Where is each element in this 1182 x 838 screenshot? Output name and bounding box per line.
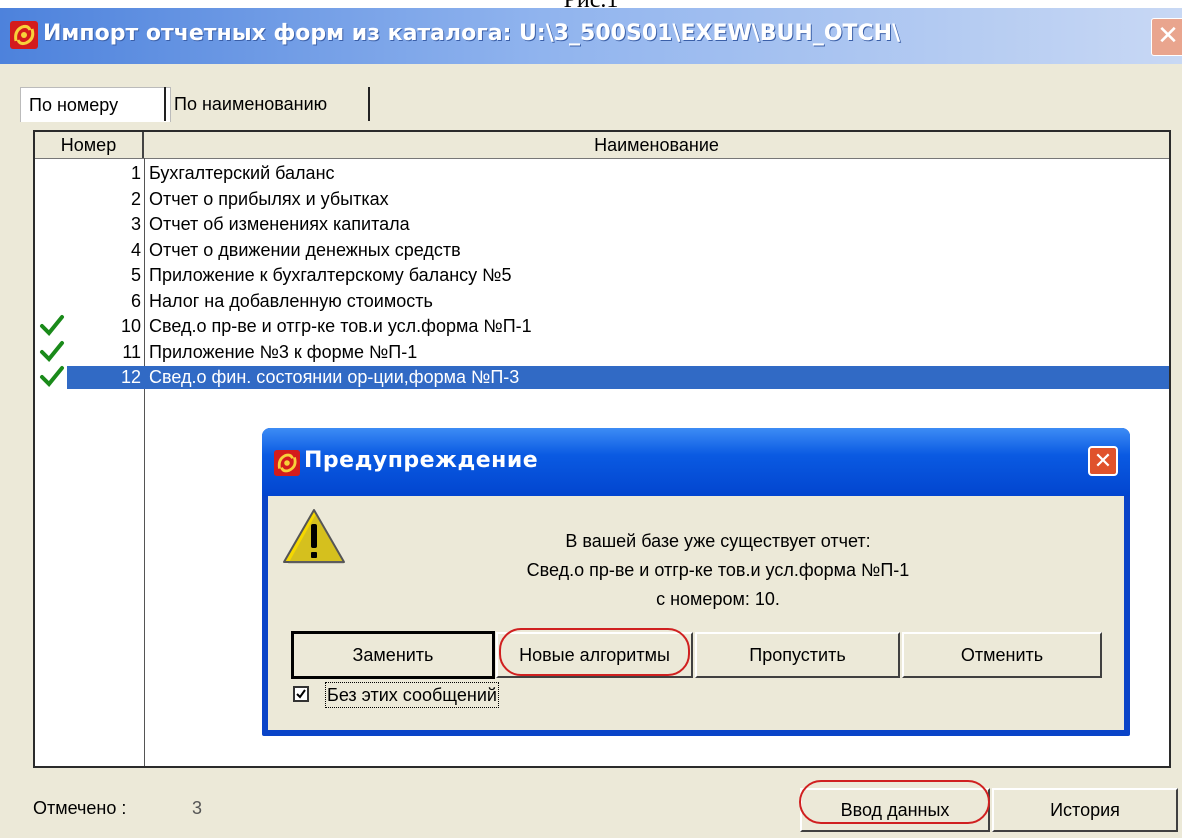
checkmark-icon[interactable] (39, 339, 65, 363)
app-logo-icon (274, 450, 300, 476)
message-line-1: В вашей базе уже существует отчет: (565, 531, 871, 551)
annotation-circle-new-algorithms (499, 628, 690, 676)
row-number: 5 (130, 265, 141, 285)
skip-button[interactable]: Пропустить (695, 632, 900, 678)
dialog-body: В вашей базе уже существует отчет: Свед.… (268, 496, 1124, 730)
app-logo-icon (10, 21, 38, 49)
row-number: 3 (130, 214, 141, 234)
row-name: Свед.о пр-ве и отгр-ке тов.и усл.форма №… (149, 316, 532, 336)
suppress-messages-checkbox[interactable] (293, 686, 309, 702)
window-titlebar[interactable]: Импорт отчетных форм из каталога: U:\3_5… (0, 8, 1182, 64)
annotation-circle-data-entry (799, 780, 990, 824)
row-number: 6 (130, 290, 141, 311)
row-name: Свед.о фин. состоянии ор-ции,форма №П-3 (149, 367, 520, 387)
list-item[interactable]: 5 Приложение к бухгалтерскому балансу №5 (35, 264, 1169, 287)
row-name: Приложение №3 к форме №П-1 (149, 341, 418, 362)
dialog-close-button[interactable]: ✕ (1088, 446, 1118, 476)
window-close-button[interactable]: ✕ (1151, 18, 1182, 56)
list-item[interactable]: 4 Отчет о движении денежных средств (35, 239, 1169, 262)
row-number: 4 (130, 239, 141, 260)
dialog-title: Предупреждение (304, 448, 539, 473)
list-item[interactable]: 12 Свед.о фин. состоянии ор-ции,форма №П-… (35, 366, 1169, 389)
column-header-name[interactable]: Наименование (144, 132, 1169, 158)
row-name: Отчет о прибылях и убытках (149, 188, 389, 209)
checkmark-icon[interactable] (39, 313, 65, 337)
column-header-number[interactable]: Номер (35, 132, 144, 158)
tab-by-number[interactable]: По номеру (20, 87, 171, 122)
row-number: 12 (120, 367, 141, 387)
window-title: Импорт отчетных форм из каталога: U:\3_5… (43, 21, 901, 46)
row-name: Налог на добавленную стоимость (149, 290, 433, 311)
list-item[interactable]: 3 Отчет об изменениях капитала (35, 213, 1169, 236)
row-number: 11 (122, 341, 141, 362)
list-item[interactable]: 10 Свед.о пр-ве и отгр-ке тов.и усл.форма… (35, 315, 1169, 338)
replace-button[interactable]: Заменить (291, 631, 495, 679)
list-item[interactable]: 11 Приложение №3 к форме №П-1 (35, 339, 1169, 364)
cancel-button[interactable]: Отменить (902, 632, 1102, 678)
row-number: 10 (120, 316, 141, 336)
warning-icon (283, 509, 345, 564)
row-number: 1 (130, 163, 141, 183)
status-label: Отмечено : (33, 798, 127, 818)
status-count: 3 (192, 798, 203, 818)
warning-dialog: Предупреждение ✕ В вашей базе уже сущест… (262, 428, 1130, 736)
row-name: Отчет о движении денежных средств (149, 239, 461, 260)
message-line-3: с номером: 10. (656, 589, 780, 609)
row-number: 2 (130, 188, 141, 209)
suppress-messages-label[interactable]: Без этих сообщений (325, 682, 499, 708)
row-name: Отчет об изменениях капитала (149, 214, 410, 234)
dialog-message: В вашей базе уже существует отчет: Свед.… (468, 527, 968, 614)
row-name: Приложение к бухгалтерскому балансу №5 (149, 265, 512, 285)
checkmark-icon[interactable] (39, 364, 65, 388)
dialog-titlebar[interactable]: Предупреждение ✕ (262, 428, 1130, 496)
row-name: Бухгалтерский баланс (149, 163, 335, 183)
history-button[interactable]: История (992, 788, 1178, 832)
list-header: Номер Наименование (35, 132, 1169, 159)
list-item[interactable]: 6 Налог на добавленную стоимость (35, 290, 1169, 313)
tab-by-name[interactable]: По наименованию (164, 87, 370, 121)
message-line-2: Свед.о пр-ве и отгр-ке тов.и усл.форма №… (526, 560, 910, 580)
list-item[interactable]: 1 Бухгалтерский баланс (35, 162, 1169, 185)
list-item[interactable]: 2 Отчет о прибылях и убытках (35, 188, 1169, 211)
